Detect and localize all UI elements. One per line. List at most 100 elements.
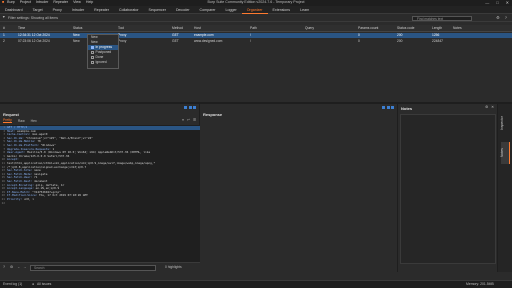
cell-num: 2 bbox=[3, 38, 5, 43]
back-icon[interactable]: ← bbox=[17, 265, 21, 270]
tab-hex[interactable]: Hex bbox=[31, 119, 37, 123]
close-icon[interactable]: ✕ bbox=[491, 105, 494, 109]
layout-icon[interactable] bbox=[391, 106, 394, 109]
tab-dashboard[interactable]: Dashboard bbox=[0, 6, 28, 14]
tab-sequencer[interactable]: Sequencer bbox=[144, 6, 171, 14]
settings-icon[interactable]: ⚙ bbox=[485, 105, 488, 109]
column-header[interactable]: Method bbox=[172, 26, 183, 30]
layout-icon[interactable] bbox=[184, 106, 187, 109]
header-key: Sec-Ch-Ua: bbox=[7, 136, 24, 140]
search-input[interactable]: Find matches text bbox=[412, 15, 472, 21]
header-value: text/html,application/xhtml+xml,applicat… bbox=[7, 162, 156, 165]
layout-icon[interactable] bbox=[386, 106, 390, 109]
column-header[interactable]: # bbox=[3, 26, 5, 30]
event-log-link[interactable]: Event log (1) bbox=[3, 282, 22, 286]
header-value: gzip, deflate, br bbox=[33, 183, 65, 187]
header-key: Sec-Ch-Ua-Platform: bbox=[7, 144, 39, 147]
side-tab-notes[interactable]: Notes bbox=[500, 142, 510, 164]
column-header[interactable]: Status code bbox=[397, 26, 414, 30]
tab-decoder[interactable]: Decoder bbox=[171, 6, 195, 14]
tab-repeater[interactable]: Repeater bbox=[89, 6, 114, 14]
tab-comparer[interactable]: Comparer bbox=[195, 6, 221, 14]
tab-pretty[interactable]: Pretty bbox=[3, 118, 12, 124]
tab-collaborator[interactable]: Collaborator bbox=[114, 6, 144, 14]
tab-organizer[interactable]: Organizer bbox=[241, 6, 268, 14]
column-header[interactable]: Status bbox=[73, 26, 82, 30]
request-tool-icons: ≡ ↵ ☰ bbox=[179, 118, 196, 122]
close-button[interactable]: ✕ bbox=[506, 0, 509, 5]
header-value: ?0 bbox=[35, 140, 41, 144]
column-header[interactable]: Query bbox=[305, 26, 314, 30]
cell-status[interactable]: New bbox=[73, 33, 80, 37]
issues-icon[interactable]: ● bbox=[32, 282, 34, 286]
response-title: Response bbox=[203, 112, 223, 117]
settings-icon[interactable]: ⚙ bbox=[10, 265, 13, 270]
header-value: document bbox=[32, 180, 48, 183]
table-row[interactable]: 2 07:23:06 12 Oct 2024 New Proxy GET www… bbox=[0, 39, 512, 44]
header-key: Sec-Fetch-Mode: bbox=[7, 172, 33, 176]
column-header[interactable]: Params count bbox=[358, 26, 378, 30]
line-number: 15 bbox=[1, 176, 5, 180]
maximize-button[interactable]: □ bbox=[496, 0, 498, 5]
wrap-icon[interactable]: ≡ bbox=[182, 118, 184, 122]
column-header[interactable]: Length bbox=[432, 26, 442, 30]
line-number: 6 bbox=[3, 144, 5, 147]
column-header[interactable]: Notes bbox=[453, 26, 462, 30]
tab-intruder[interactable]: Intruder bbox=[67, 6, 89, 14]
layout-icon[interactable] bbox=[193, 106, 196, 109]
line-number: 1 bbox=[3, 126, 5, 129]
option-label: In progress bbox=[95, 44, 113, 49]
all-issues-link[interactable]: All issues bbox=[37, 282, 51, 286]
help-icon[interactable]: ? bbox=[505, 15, 507, 20]
tab-target[interactable]: Target bbox=[28, 6, 48, 14]
tab-extensions[interactable]: Extensions bbox=[268, 6, 296, 14]
layout-icon[interactable] bbox=[382, 106, 385, 109]
response-pane: Response bbox=[200, 104, 398, 272]
line-number: 22 bbox=[1, 201, 5, 205]
column-header[interactable]: Path bbox=[250, 26, 257, 30]
settings-icon[interactable]: ⚙ bbox=[496, 15, 500, 20]
checkbox-icon bbox=[91, 56, 94, 59]
side-tab-inspector[interactable]: Inspector bbox=[500, 112, 510, 134]
header-key: Accept: bbox=[7, 158, 19, 162]
newline-icon[interactable]: ↵ bbox=[187, 118, 190, 122]
help-icon[interactable]: ? bbox=[3, 265, 5, 270]
cell-time: 07:23:06 12 Oct 2024 bbox=[18, 38, 50, 43]
line-number: 12 bbox=[1, 165, 5, 169]
column-header[interactable]: Tool bbox=[118, 26, 124, 30]
tab-learn[interactable]: Learn bbox=[295, 6, 314, 14]
filter-bar[interactable]: ▼ Filter settings: Showing all items Fin… bbox=[0, 14, 512, 22]
filter-icon[interactable]: ▼ bbox=[2, 15, 6, 20]
status-dropdown[interactable]: New New In progress Postponed Done Ignor… bbox=[87, 34, 119, 69]
request-search-input[interactable]: Search bbox=[30, 265, 156, 271]
header-value: "3147526947+gzip" bbox=[30, 190, 61, 194]
cell-host: www.designed.com bbox=[194, 38, 223, 43]
menu-icon[interactable]: ☰ bbox=[193, 118, 196, 122]
side-tabs: Inspector Notes bbox=[498, 104, 512, 272]
checkbox-icon bbox=[91, 46, 94, 49]
minimize-button[interactable]: — bbox=[485, 0, 489, 5]
option-label: New bbox=[91, 34, 98, 39]
filter-settings-text[interactable]: Filter settings: Showing all items bbox=[8, 16, 58, 21]
notes-textarea[interactable] bbox=[400, 114, 496, 264]
table-row[interactable]: 1 12:34:31 12 Oct 2024 New Proxy GET exa… bbox=[0, 33, 512, 38]
cell-host: example.com bbox=[194, 33, 214, 37]
dropdown-option-ignored[interactable]: Ignored bbox=[88, 60, 118, 65]
cell-method: GET bbox=[172, 38, 179, 43]
tab-raw[interactable]: Raw bbox=[18, 119, 25, 123]
line-number: 2 bbox=[3, 129, 5, 133]
layout-icon[interactable] bbox=[188, 106, 192, 109]
header-key: Sec-Fetch-Dest: bbox=[7, 180, 33, 183]
memory-indicator: Memory: 201.5MB bbox=[466, 282, 494, 286]
request-editor[interactable]: 1 GET / HTTP/2 2 Host: example.com 3 Cache-Co… bbox=[0, 125, 200, 262]
cell-status[interactable]: New bbox=[73, 39, 80, 43]
line-number: 19 bbox=[1, 190, 5, 194]
forward-icon[interactable]: → bbox=[23, 265, 27, 270]
tab-logger[interactable]: Logger bbox=[221, 6, 242, 14]
cell-params: 0 bbox=[358, 33, 360, 37]
column-header[interactable]: Time bbox=[18, 26, 25, 30]
tab-proxy[interactable]: Proxy bbox=[48, 6, 67, 14]
cell-length: 224847 bbox=[432, 38, 444, 43]
column-header[interactable]: Host bbox=[194, 26, 201, 30]
header-value: u=0, i bbox=[22, 198, 34, 201]
